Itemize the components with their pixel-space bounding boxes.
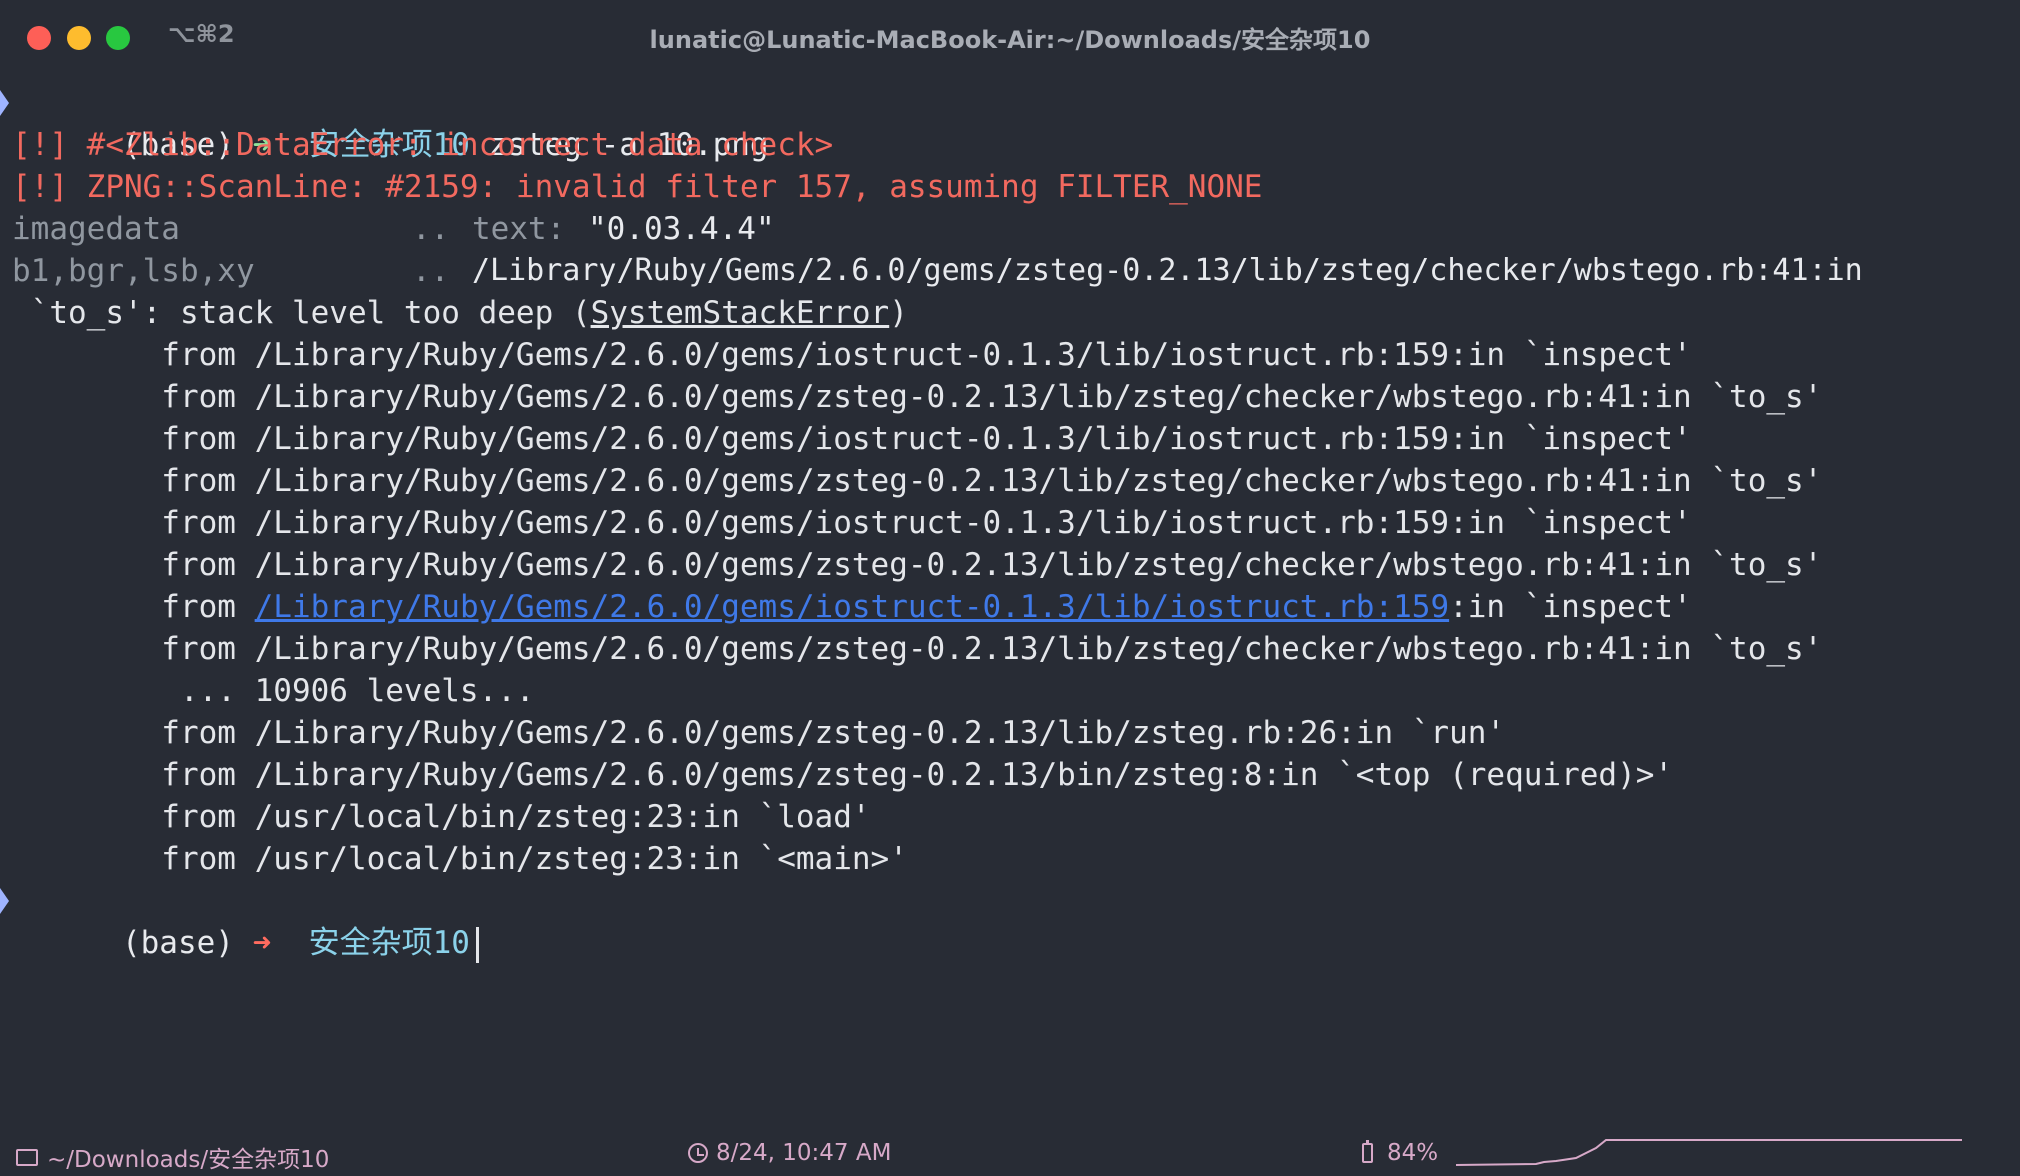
file-path-link[interactable]: /Library/Ruby/Gems/2.6.0/gems/iostruct-0… bbox=[255, 589, 1449, 625]
trace-line: from /Library/Ruby/Gems/2.6.0/gems/zsteg… bbox=[12, 715, 1506, 751]
trace-line: from /usr/local/bin/zsteg:23:in `load' bbox=[12, 799, 871, 835]
prompt-arrow-icon: ➜ bbox=[252, 925, 272, 961]
exception-suffix: ) bbox=[889, 295, 908, 331]
trace-line: from /Library/Ruby/Gems/2.6.0/gems/zsteg… bbox=[12, 463, 1823, 499]
trace-line: from /Library/Ruby/Gems/2.6.0/gems/zsteg… bbox=[12, 547, 1823, 583]
trace-line-link: from /Library/Ruby/Gems/2.6.0/gems/iostr… bbox=[12, 586, 1692, 628]
trace-line: from /Library/Ruby/Gems/2.6.0/gems/iostr… bbox=[12, 505, 1692, 541]
battery-sparkline bbox=[1456, 1139, 1962, 1166]
exception-prefix: `to_s': stack level too deep ( bbox=[12, 295, 591, 331]
trace-line: from /Library/Ruby/Gems/2.6.0/gems/iostr… bbox=[12, 421, 1692, 457]
trace-line: from /usr/local/bin/zsteg:23:in `<main>' bbox=[12, 841, 908, 877]
output-row-imagedata: imagedata.. text: "0.03.4.4" bbox=[12, 208, 775, 250]
clock-icon bbox=[688, 1143, 708, 1163]
trace-line: from /Library/Ruby/Gems/2.6.0/gems/zsteg… bbox=[12, 379, 1823, 415]
battery-icon bbox=[1362, 1140, 1373, 1163]
status-path-text: ~/Downloads/安全杂项10 bbox=[47, 1147, 330, 1173]
status-bar: ~/Downloads/安全杂项10 8/24, 10:47 AM 84% bbox=[0, 1130, 2020, 1176]
output-dots: .. bbox=[412, 211, 450, 247]
exception-line: `to_s': stack level too deep (SystemStac… bbox=[12, 292, 908, 334]
output-value: /Library/Ruby/Gems/2.6.0/gems/zsteg-0.2.… bbox=[472, 253, 1863, 288]
trace-line: from /Library/Ruby/Gems/2.6.0/gems/iostr… bbox=[12, 337, 1692, 373]
trace-line: from /Library/Ruby/Gems/2.6.0/gems/zsteg… bbox=[12, 757, 1674, 793]
output-row-b1: b1,bgr,lsb,xy.. /Library/Ruby/Gems/2.6.0/… bbox=[12, 250, 1863, 292]
output-value: "0.03.4.4" bbox=[588, 211, 775, 247]
terminal-window: ⌥⌘2 lunatic@Lunatic-MacBook-Air:~/Downlo… bbox=[0, 0, 2020, 1176]
status-battery: 84% bbox=[1362, 1140, 1438, 1166]
folder-icon bbox=[16, 1148, 38, 1166]
output-label: text: bbox=[472, 211, 566, 247]
conda-env: (base) bbox=[121, 925, 234, 961]
error-line: [!] ZPNG::ScanLine: #2159: invalid filte… bbox=[12, 169, 1263, 205]
title-bar: ⌥⌘2 lunatic@Lunatic-MacBook-Air:~/Downlo… bbox=[0, 0, 2020, 74]
output-key: b1,bgr,lsb,xy bbox=[12, 253, 255, 289]
status-datetime: 8/24, 10:47 AM bbox=[688, 1140, 891, 1166]
exception-class: SystemStackError bbox=[590, 295, 890, 331]
error-line: [!] #<Zlib::DataError: incorrect data ch… bbox=[12, 127, 834, 163]
output-dots: .. bbox=[412, 253, 450, 289]
trace-levels: ... 10906 levels... bbox=[12, 673, 535, 709]
text-cursor[interactable] bbox=[475, 926, 479, 963]
window-title: lunatic@Lunatic-MacBook-Air:~/Downloads/… bbox=[649, 26, 1371, 54]
status-datetime-text: 8/24, 10:47 AM bbox=[716, 1140, 892, 1166]
trace-line: from /Library/Ruby/Gems/2.6.0/gems/zsteg… bbox=[12, 631, 1823, 667]
output-key: imagedata bbox=[12, 211, 180, 247]
prompt-directory: 安全杂项10 bbox=[308, 925, 470, 961]
prompt-marker-icon bbox=[0, 90, 9, 116]
prompt-line: (base) ➜ 安全杂项10 zsteg -a 10.png bbox=[0, 82, 769, 163]
prompt-line-current[interactable]: (base) ➜ 安全杂项10 bbox=[0, 880, 479, 963]
status-path[interactable]: ~/Downloads/安全杂项10 bbox=[16, 1140, 329, 1174]
prompt-marker-icon bbox=[0, 888, 9, 914]
status-battery-text: 84% bbox=[1387, 1140, 1439, 1166]
trace-suffix: :in `inspect' bbox=[1449, 589, 1692, 625]
trace-prefix: from bbox=[12, 589, 255, 625]
